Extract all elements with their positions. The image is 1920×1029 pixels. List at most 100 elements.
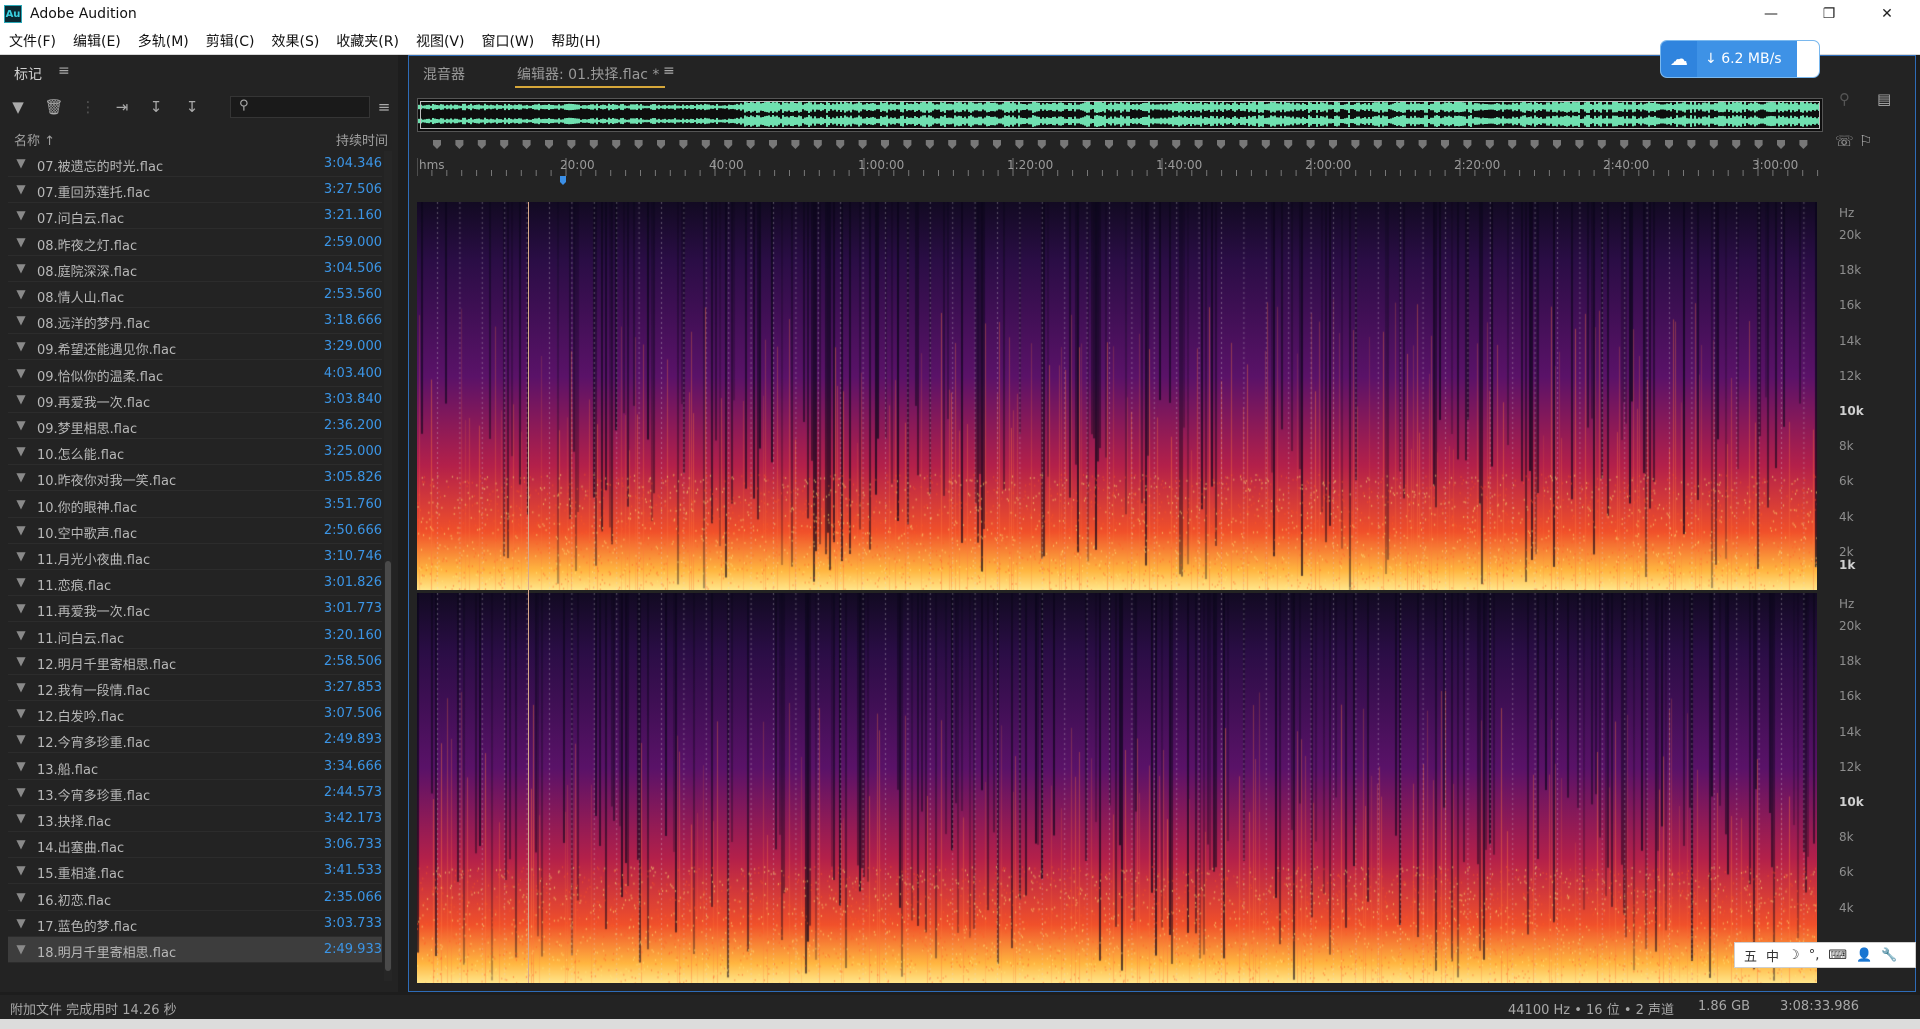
marker-pin[interactable] [1441, 140, 1449, 149]
menu-effects[interactable]: 效果(S) [262, 31, 327, 51]
marker-row[interactable]: ▼ 12.今宵多珍重.flac 2:49.893 [8, 727, 382, 754]
zoom-icon[interactable]: ⚲ [1839, 90, 1850, 108]
time-ruler[interactable]: hms 20:00 40:00 1:00:00 1:20:00 1:40:00 2:00:… [417, 154, 1823, 190]
menu-clip[interactable]: 剪辑(C) [197, 31, 263, 51]
marker-row[interactable]: ▼ 08.庭院深深.flac 3:04.506 [8, 256, 382, 282]
marker-pin[interactable] [433, 140, 441, 149]
marker-pin[interactable] [836, 140, 845, 149]
marker-pin[interactable] [1329, 140, 1337, 149]
marker-pin[interactable] [1687, 140, 1696, 149]
ime-wubi-icon[interactable]: 五 [1744, 946, 1757, 965]
batch-process-icon[interactable]: ↧ [182, 97, 202, 117]
marker-pin[interactable] [477, 140, 486, 149]
marker-pin[interactable] [1732, 140, 1741, 149]
marker-pin[interactable] [769, 140, 777, 149]
download-speed-widget[interactable]: ☁ ↓ 6.2 MB/s [1660, 40, 1820, 78]
marker-pin[interactable] [791, 140, 800, 149]
marker-pin[interactable] [1015, 140, 1024, 149]
insert-into-playlist-icon[interactable]: ⇥ [112, 97, 132, 117]
marker-pin[interactable] [1575, 140, 1584, 149]
marker-row[interactable]: ▼ 16.初恋.flac 2:35.066 [8, 885, 382, 911]
tab-mixer[interactable]: 混音器 [423, 64, 465, 84]
marker-pin[interactable] [1777, 140, 1785, 149]
marker-pin[interactable] [634, 140, 643, 149]
marker-row[interactable]: ▼ 10.你的眼神.flac 3:51.760 [8, 492, 382, 518]
marker-pin[interactable] [1754, 140, 1763, 149]
marker-pin[interactable] [1709, 140, 1718, 149]
marker-pin[interactable] [1642, 140, 1651, 149]
marker-pin[interactable] [948, 140, 957, 149]
merge-markers-icon[interactable]: ⋮ [78, 97, 98, 117]
marker-pin[interactable] [746, 140, 755, 149]
marker-pin[interactable] [1351, 140, 1360, 149]
marker-pin[interactable] [925, 140, 934, 149]
marker-pin[interactable] [1306, 140, 1315, 149]
marker-pin[interactable] [455, 140, 464, 149]
marker-pin[interactable] [1620, 140, 1629, 149]
column-name-header[interactable]: 名称 ↑ [14, 130, 55, 149]
marker-row[interactable]: ▼ 11.问白云.flac 3:20.160 [8, 623, 382, 649]
marker-row[interactable]: ▼ 07.被遗忘的时光.flac 3:04.346 [8, 151, 382, 177]
panel-layout-icon[interactable]: ▤ [1877, 90, 1891, 108]
marker-pin[interactable] [1508, 140, 1517, 149]
marker-row[interactable]: ▼ 14.出塞曲.flac 3:06.733 [8, 832, 382, 859]
marker-pin[interactable] [1105, 140, 1113, 149]
marker-row[interactable]: ▼ 09.恰似你的温柔.flac 4:03.400 [8, 361, 382, 387]
marker-pin[interactable] [522, 140, 531, 149]
marker-row[interactable]: ▼ 08.昨夜之灯.flac 2:59.000 [8, 230, 382, 256]
marker-pin[interactable] [1060, 140, 1069, 149]
marker-pin[interactable] [657, 140, 665, 149]
marker-pin[interactable] [1530, 140, 1539, 149]
marker-pin[interactable] [1597, 140, 1606, 149]
delete-marker-icon[interactable]: 🗑 [44, 97, 64, 117]
markers-tab[interactable]: 标记 [14, 64, 42, 84]
marker-pin[interactable] [1217, 140, 1225, 149]
tab-editor[interactable]: 编辑器: 01.抉择.flac * [517, 64, 659, 84]
marker-row[interactable]: ▼ 10.空中歌声.flac 2:50.666 [8, 518, 382, 544]
marker-pin[interactable] [679, 140, 688, 149]
playhead-handle[interactable] [560, 176, 566, 185]
marker-row[interactable]: ▼ 10.怎么能.flac 3:25.000 [8, 439, 382, 466]
marker-pin[interactable] [813, 140, 822, 149]
marker-row[interactable]: ▼ 11.恋痕.flac 3:01.826 [8, 570, 382, 597]
ime-keyboard-icon[interactable]: ⌨ [1828, 948, 1847, 963]
marker-pin[interactable] [1373, 140, 1382, 149]
ime-user-icon[interactable]: 👤 [1856, 948, 1872, 963]
marker-row[interactable]: ▼ 07.问白云.flac 3:21.160 [8, 203, 382, 230]
marker-pin[interactable] [567, 140, 576, 149]
menu-file[interactable]: 文件(F) [0, 31, 64, 51]
markers-scrollbar[interactable] [384, 151, 392, 981]
ime-punctuation-icon[interactable]: °, [1809, 948, 1820, 963]
marker-pin[interactable] [612, 140, 621, 149]
marker-pin[interactable] [1149, 140, 1158, 149]
marker-pin[interactable] [1127, 140, 1136, 149]
panel-menu-icon[interactable]: ≡ [58, 63, 70, 79]
menu-favorites[interactable]: 收藏夹(R) [327, 31, 407, 51]
add-marker-icon[interactable]: ▼ [8, 97, 28, 117]
menu-multitrack[interactable]: 多轨(M) [129, 31, 197, 51]
ime-chinese-icon[interactable]: 中 [1766, 946, 1779, 965]
marker-row[interactable]: ▼ 08.远洋的梦丹.flac 3:18.666 [8, 308, 382, 335]
marker-pin[interactable] [701, 140, 710, 149]
menu-view[interactable]: 视图(V) [407, 31, 473, 51]
marker-pin[interactable] [1239, 140, 1248, 149]
editor-tab-menu-icon[interactable]: ≡ [663, 63, 675, 79]
marker-pin[interactable] [1463, 140, 1472, 149]
marker-pin[interactable] [903, 140, 912, 149]
marker-row[interactable]: ▼ 15.重相逢.flac 3:41.533 [8, 858, 382, 885]
ime-moon-icon[interactable]: ☽ [1788, 948, 1800, 963]
restore-button[interactable]: ❐ [1806, 0, 1852, 28]
marker-pin[interactable] [1194, 140, 1203, 149]
waveform-overview[interactable] [417, 98, 1823, 132]
marker-pin[interactable] [1172, 140, 1181, 149]
marker-row[interactable]: ▼ 13.抉择.flac 3:42.173 [8, 806, 382, 832]
menu-help[interactable]: 帮助(H) [542, 31, 608, 51]
headphones-icon[interactable]: ☏ [1835, 132, 1854, 150]
marker-pin[interactable] [1553, 140, 1561, 149]
close-button[interactable]: ✕ [1864, 0, 1910, 28]
marker-pin[interactable] [1485, 140, 1494, 149]
minimize-button[interactable]: — [1748, 0, 1794, 28]
column-duration-header[interactable]: 持续时间 [336, 130, 388, 149]
marker-pin[interactable] [970, 140, 979, 149]
marker-row[interactable]: ▼ 09.梦里相思.flac 2:36.200 [8, 413, 382, 439]
